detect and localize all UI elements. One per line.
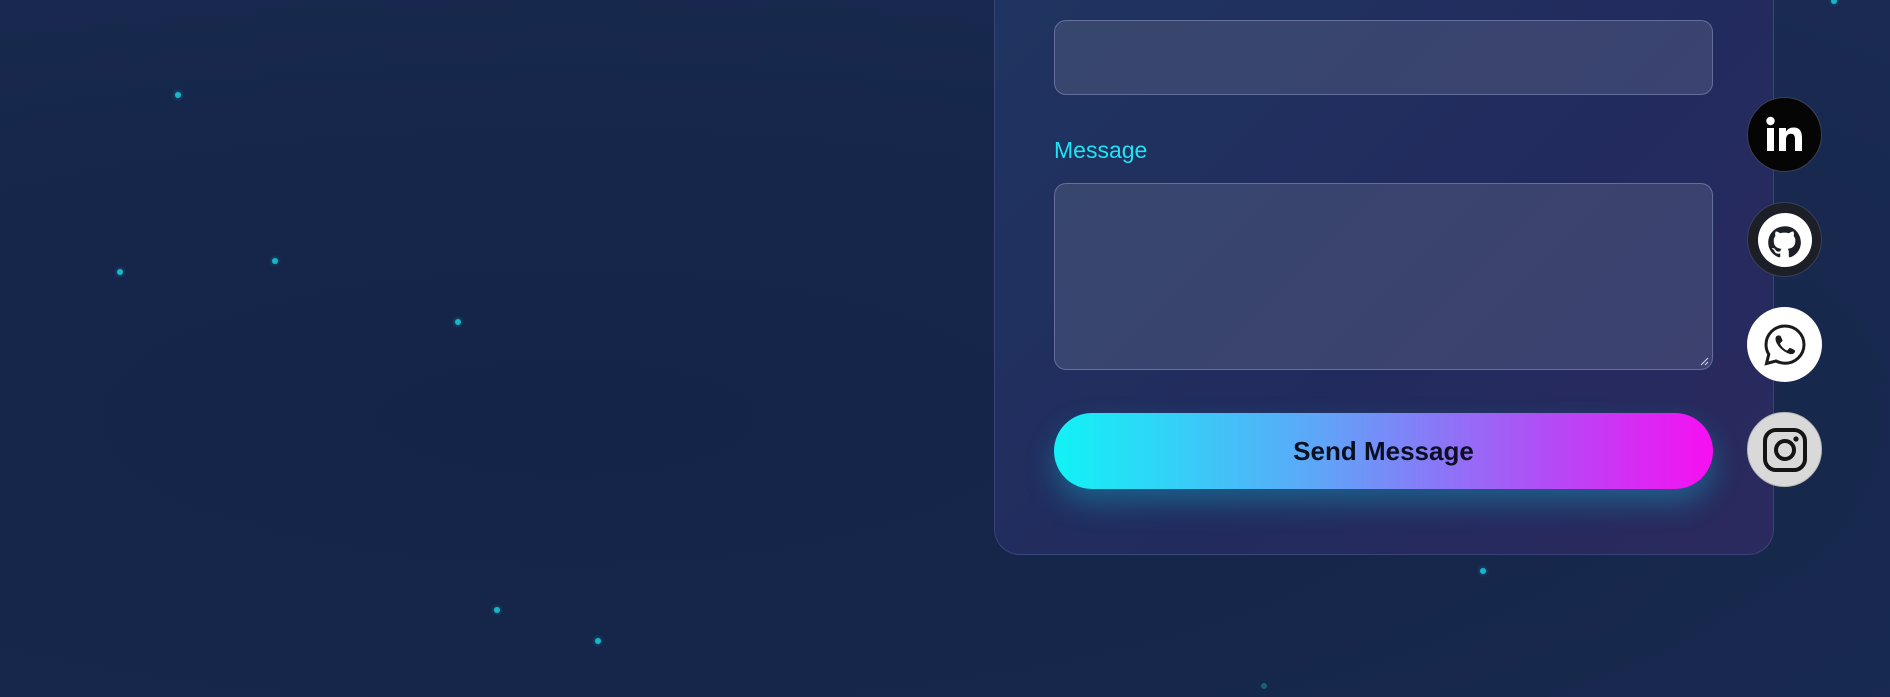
background-particle <box>1480 568 1486 574</box>
linkedin-icon <box>1765 116 1802 151</box>
background-particle <box>1261 683 1267 689</box>
background-particle <box>595 638 601 644</box>
background-particle <box>455 319 461 325</box>
background-particle <box>494 607 500 613</box>
whatsapp-icon <box>1763 323 1806 366</box>
github-icon <box>1757 212 1812 267</box>
background-particle <box>272 258 278 264</box>
contact-page: Message Send Message <box>0 0 1890 697</box>
subject-input[interactable] <box>1054 20 1713 95</box>
background-particle <box>175 92 181 98</box>
message-textarea[interactable] <box>1054 183 1713 370</box>
resize-handle-icon[interactable] <box>1699 356 1709 366</box>
instagram-link[interactable] <box>1747 412 1822 487</box>
background-particle <box>117 269 123 275</box>
background-particle <box>1831 0 1837 4</box>
send-message-button[interactable]: Send Message <box>1054 413 1713 489</box>
github-link[interactable] <box>1747 202 1822 277</box>
instagram-icon <box>1762 427 1807 472</box>
message-label: Message <box>1054 137 1148 163</box>
whatsapp-link[interactable] <box>1747 307 1822 382</box>
linkedin-link[interactable] <box>1747 97 1822 172</box>
